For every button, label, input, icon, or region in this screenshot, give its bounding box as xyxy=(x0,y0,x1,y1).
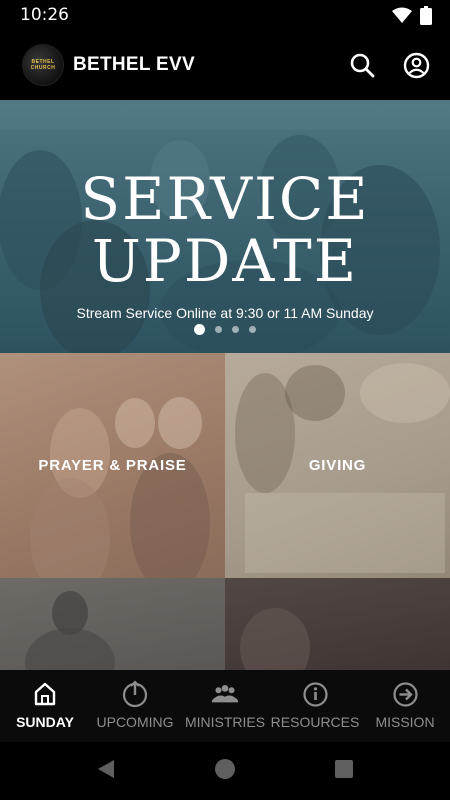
app-actions xyxy=(348,51,430,79)
status-icons xyxy=(392,6,432,30)
tile-third[interactable] xyxy=(0,578,225,670)
nav-label-mission: MISSION xyxy=(375,714,435,730)
nav-item-mission[interactable]: MISSION xyxy=(360,670,450,742)
nav-item-sunday[interactable]: SUNDAY xyxy=(0,670,90,742)
back-icon[interactable] xyxy=(96,758,116,785)
nav-label-sunday: SUNDAY xyxy=(16,714,74,730)
hero-banner[interactable]: SERVICE UPDATE Stream Service Online at … xyxy=(0,100,450,353)
carousel-indicator[interactable] xyxy=(0,324,450,335)
home-icon xyxy=(31,680,59,708)
third-tile-photo xyxy=(25,591,115,670)
app-logo: BETHEL CHURCH xyxy=(22,44,64,86)
people-icon xyxy=(211,680,239,708)
recents-icon[interactable] xyxy=(334,759,354,784)
home-circle-icon[interactable] xyxy=(214,758,236,785)
nav-label-upcoming: UPCOMING xyxy=(96,714,174,730)
nav-item-upcoming[interactable]: UPCOMING xyxy=(90,670,180,742)
nav-label-ministries: MINISTRIES xyxy=(184,714,266,730)
app-title: BETHEL EVV xyxy=(73,54,195,75)
tile-label-giving: GIVING xyxy=(308,457,367,474)
status-time: 10:26 xyxy=(20,5,69,25)
hero-title-line1: SERVICE xyxy=(80,165,370,233)
logo-text: BETHEL CHURCH xyxy=(30,59,56,71)
nav-item-ministries[interactable]: MINISTRIES xyxy=(180,670,270,742)
system-nav-bar xyxy=(0,742,450,800)
hero-title-line2: UPDATE xyxy=(91,227,359,295)
nav-item-resources[interactable]: RESOURCES xyxy=(270,670,360,742)
tile-fourth[interactable] xyxy=(225,578,450,670)
tile-giving[interactable]: GIVING xyxy=(225,353,450,578)
carousel-dot-1[interactable] xyxy=(194,324,205,335)
arrow-circle-icon xyxy=(391,680,419,708)
account-icon[interactable] xyxy=(402,51,430,79)
carousel-dot-4[interactable] xyxy=(249,326,256,333)
info-icon xyxy=(301,680,329,708)
hero-subtitle: Stream Service Online at 9:30 or 11 AM S… xyxy=(76,305,374,321)
wifi-icon xyxy=(392,7,412,29)
battery-icon xyxy=(420,6,432,30)
carousel-dot-3[interactable] xyxy=(232,326,239,333)
bottom-nav: SUNDAY UPCOMING MINISTRIES RESOURCES MIS… xyxy=(0,670,450,742)
fourth-tile-photo xyxy=(240,608,310,670)
app-bar: BETHEL CHURCH BETHEL EVV xyxy=(0,30,450,100)
carousel-dot-2[interactable] xyxy=(215,326,222,333)
upcoming-icon xyxy=(121,680,149,708)
tile-prayer-praise[interactable]: PRAYER & PRAISE xyxy=(0,353,225,578)
status-bar: 10:26 xyxy=(0,0,450,30)
search-icon[interactable] xyxy=(348,51,376,79)
tile-label-prayer-praise: PRAYER & PRAISE xyxy=(38,457,187,474)
nav-label-resources: RESOURCES xyxy=(270,714,360,730)
